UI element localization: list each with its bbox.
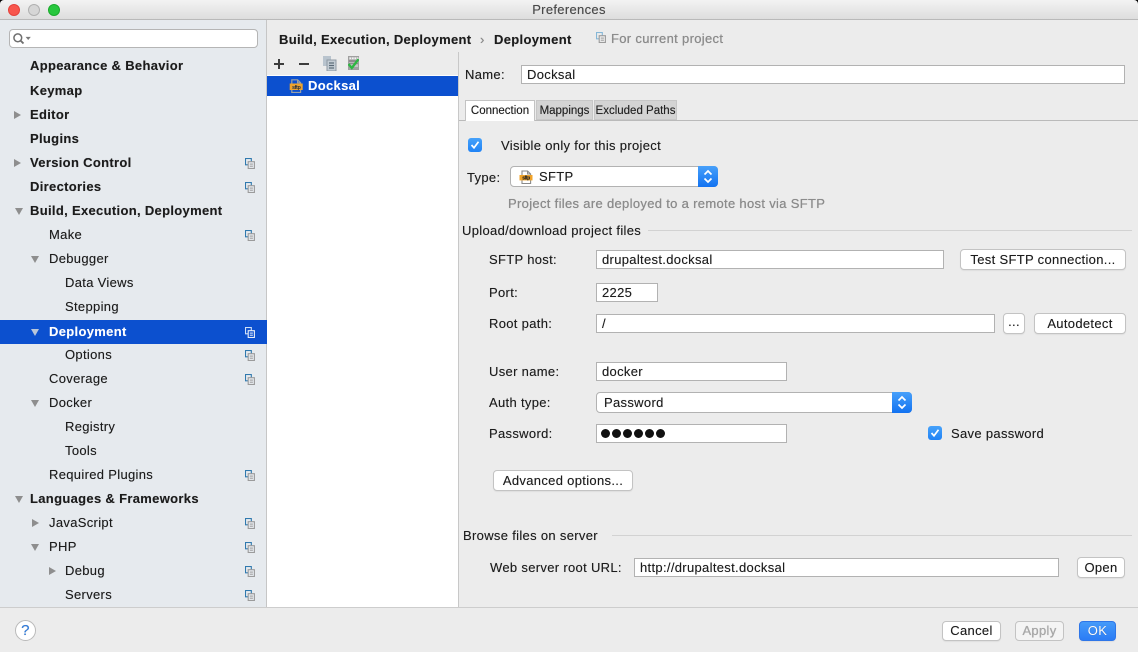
svg-text:sftp: sftp bbox=[292, 85, 302, 91]
svg-text:sftp: sftp bbox=[522, 175, 530, 181]
